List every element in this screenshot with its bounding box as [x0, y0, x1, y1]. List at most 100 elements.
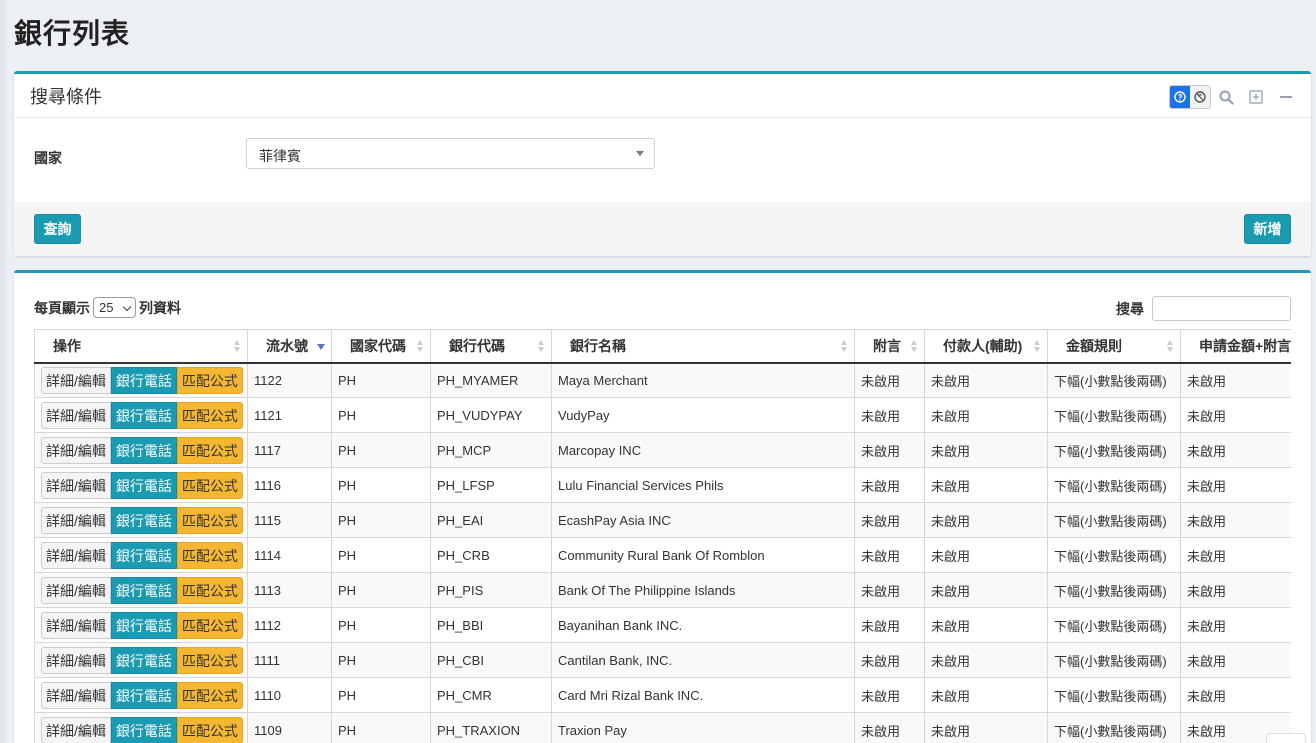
col-header-apply-amount[interactable]: 申請金額+附言 [1180, 329, 1291, 364]
bank-phone-button[interactable]: 銀行電話 [110, 646, 177, 674]
payer-cell: 未啟用 [924, 572, 1048, 608]
col-header-country-code[interactable]: 國家代碼 [331, 329, 431, 364]
col-header-payer[interactable]: 付款人(輔助) [924, 329, 1048, 364]
edit-button[interactable]: 詳細/編輯 [41, 436, 111, 464]
amount-rule-cell: 下幅(小數點後兩碼) [1047, 677, 1181, 713]
bank-phone-button[interactable]: 銀行電話 [110, 541, 177, 569]
amount-rule-cell: 下幅(小數點後兩碼) [1047, 537, 1181, 573]
bank-phone-button[interactable]: 銀行電話 [110, 681, 177, 709]
memo-cell: 未啟用 [854, 607, 925, 643]
edit-button[interactable]: 詳細/編輯 [41, 646, 111, 674]
bank-phone-button[interactable]: 銀行電話 [110, 471, 177, 499]
memo-cell: 未啟用 [854, 537, 925, 573]
edit-button[interactable]: 詳細/編輯 [41, 541, 111, 569]
col-header-label: 附言 [873, 337, 901, 354]
edit-button[interactable]: 詳細/編輯 [41, 506, 111, 534]
expand-icon[interactable] [1241, 85, 1271, 109]
edit-button[interactable]: 詳細/編輯 [41, 401, 111, 429]
country-select[interactable]: 菲律賓 [246, 138, 655, 169]
bank-code-cell: PH_TRAXION [430, 712, 552, 743]
col-header-amount-rule[interactable]: 金額規則 [1047, 329, 1181, 364]
edit-button[interactable]: 詳細/編輯 [41, 716, 111, 743]
serial-cell: 1114 [247, 537, 332, 573]
query-button[interactable]: 查詢 [34, 214, 81, 244]
payer-cell: 未啟用 [924, 677, 1048, 713]
bank-phone-button[interactable]: 銀行電話 [110, 506, 177, 534]
match-formula-button[interactable]: 匹配公式 [176, 436, 243, 464]
memo-cell: 未啟用 [854, 397, 925, 433]
add-button[interactable]: 新增 [1244, 214, 1291, 244]
country-code-cell: PH [331, 397, 431, 433]
col-header-label: 操作 [53, 337, 81, 354]
payer-cell: 未啟用 [924, 642, 1048, 678]
bank-name-cell: Lulu Financial Services Phils [551, 467, 855, 503]
sort-icon [1034, 340, 1041, 353]
edit-button[interactable]: 詳細/編輯 [41, 366, 111, 394]
match-formula-button[interactable]: 匹配公式 [176, 576, 243, 604]
sort-icon [841, 340, 848, 353]
bank-phone-button[interactable]: 銀行電話 [110, 716, 177, 743]
match-formula-button[interactable]: 匹配公式 [176, 541, 243, 569]
country-code-cell: PH [331, 432, 431, 468]
edit-button[interactable]: 詳細/編輯 [41, 681, 111, 709]
bank-name-cell: Bayanihan Bank INC. [551, 607, 855, 643]
serial-cell: 1110 [247, 677, 332, 713]
search-icon[interactable] [1211, 85, 1241, 109]
col-header-bank-code[interactable]: 銀行代碼 [430, 329, 552, 364]
country-code-cell: PH [331, 712, 431, 743]
search-panel-footer: 查詢 新增 [14, 202, 1311, 256]
collapse-icon[interactable] [1271, 85, 1301, 109]
edit-button[interactable]: 詳細/編輯 [41, 471, 111, 499]
toggle-on-icon[interactable] [1170, 86, 1190, 108]
col-header-bank-name[interactable]: 銀行名稱 [551, 329, 855, 364]
scroll-top-button[interactable] [1266, 733, 1306, 743]
table-search-input[interactable] [1152, 296, 1291, 321]
country-label: 國家 [34, 150, 62, 166]
bank-table-panel: 每頁顯示 25 列資料 搜尋 操作 流水號 國家代碼 銀行代碼 銀行名稱 附言 … [14, 270, 1311, 743]
bank-code-cell: PH_EAI [430, 502, 552, 538]
memo-cell: 未啟用 [854, 712, 925, 743]
box-tools [1169, 85, 1301, 109]
table-scroll-area[interactable]: 操作 流水號 國家代碼 銀行代碼 銀行名稱 附言 付款人(輔助) 金額規則 申請… [34, 329, 1291, 743]
match-formula-button[interactable]: 匹配公式 [176, 611, 243, 639]
match-formula-button[interactable]: 匹配公式 [176, 471, 243, 499]
bank-name-cell: Bank Of The Philippine Islands [551, 572, 855, 608]
bank-name-cell: Marcopay INC [551, 432, 855, 468]
col-header-label: 流水號 [266, 337, 308, 354]
col-header-label: 國家代碼 [350, 337, 406, 354]
bank-code-cell: PH_VUDYPAY [430, 397, 552, 433]
page-length-select[interactable]: 25 [93, 297, 136, 318]
country-code-cell: PH [331, 572, 431, 608]
table-row: 詳細/編輯 銀行電話 匹配公式 1115 PH PH_EAI EcashPay Asia I… [34, 502, 1291, 538]
bank-phone-button[interactable]: 銀行電話 [110, 611, 177, 639]
memo-cell: 未啟用 [854, 677, 925, 713]
country-code-cell: PH [331, 467, 431, 503]
table-row: 詳細/編輯 銀行電話 匹配公式 1113 PH PH_PIS Bank Of The Phi… [34, 572, 1291, 608]
match-formula-button[interactable]: 匹配公式 [176, 401, 243, 429]
col-header-actions[interactable]: 操作 [34, 329, 248, 364]
bank-name-cell: Maya Merchant [551, 362, 855, 398]
amount-rule-cell: 下幅(小數點後兩碼) [1047, 642, 1181, 678]
bank-phone-button[interactable]: 銀行電話 [110, 366, 177, 394]
table-row: 詳細/編輯 銀行電話 匹配公式 1116 PH PH_LFSP Lulu Financial… [34, 467, 1291, 503]
search-panel: 搜尋條件 國家 菲律賓 查詢 新增 [14, 71, 1311, 256]
country-filter-row: 國家 菲律賓 [14, 118, 1311, 202]
serial-cell: 1115 [247, 502, 332, 538]
col-header-label: 銀行名稱 [570, 337, 626, 354]
edit-button[interactable]: 詳細/編輯 [41, 576, 111, 604]
actions-cell: 詳細/編輯 銀行電話 匹配公式 [34, 502, 248, 538]
bank-phone-button[interactable]: 銀行電話 [110, 401, 177, 429]
col-header-serial[interactable]: 流水號 [247, 329, 332, 364]
panel-toggle[interactable] [1169, 85, 1211, 109]
match-formula-button[interactable]: 匹配公式 [176, 646, 243, 674]
edit-button[interactable]: 詳細/編輯 [41, 611, 111, 639]
bank-phone-button[interactable]: 銀行電話 [110, 576, 177, 604]
match-formula-button[interactable]: 匹配公式 [176, 681, 243, 709]
col-header-memo[interactable]: 附言 [854, 329, 925, 364]
bank-phone-button[interactable]: 銀行電話 [110, 436, 177, 464]
actions-cell: 詳細/編輯 銀行電話 匹配公式 [34, 467, 248, 503]
match-formula-button[interactable]: 匹配公式 [176, 366, 243, 394]
toggle-off-icon[interactable] [1190, 86, 1210, 108]
match-formula-button[interactable]: 匹配公式 [176, 506, 243, 534]
match-formula-button[interactable]: 匹配公式 [176, 716, 243, 743]
